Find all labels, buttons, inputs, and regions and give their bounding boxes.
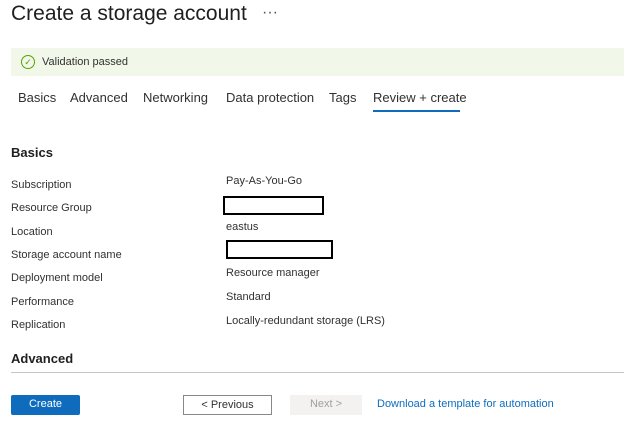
redacted-value — [223, 196, 324, 215]
tab-networking[interactable]: Networking — [143, 90, 208, 105]
field-value: Standard — [226, 291, 271, 303]
create-button[interactable]: Create — [11, 395, 80, 415]
active-tab-indicator — [373, 110, 460, 112]
field-label: Storage account name — [11, 249, 122, 261]
tab-basics[interactable]: Basics — [18, 90, 56, 105]
section-heading-advanced: Advanced — [11, 351, 74, 366]
tab-advanced[interactable]: Advanced — [70, 90, 128, 105]
page-title: Create a storage account — [11, 2, 247, 25]
tab-review-create[interactable]: Review + create — [373, 90, 467, 105]
validation-banner: ✓ Validation passed — [11, 48, 624, 76]
section-heading-basics: Basics — [11, 145, 53, 160]
validation-text: Validation passed — [42, 56, 129, 68]
tab-tags[interactable]: Tags — [329, 90, 356, 105]
field-value: eastus — [226, 221, 259, 233]
more-options-button[interactable]: ··· — [262, 4, 278, 22]
field-label: Performance — [11, 296, 74, 308]
field-value: Locally-redundant storage (LRS) — [226, 315, 385, 327]
field-label: Deployment model — [11, 272, 103, 284]
redacted-value — [226, 240, 333, 259]
check-circle-icon: ✓ — [21, 55, 35, 69]
field-label: Resource Group — [11, 202, 92, 214]
download-template-link[interactable]: Download a template for automation — [377, 398, 554, 410]
next-button[interactable]: Next > — [290, 395, 362, 415]
field-label: Subscription — [11, 179, 72, 191]
field-value: Resource manager — [226, 267, 320, 279]
previous-button[interactable]: < Previous — [183, 395, 272, 415]
field-value: Pay-As-You-Go — [226, 175, 303, 187]
tab-data-protection[interactable]: Data protection — [226, 90, 314, 105]
field-label: Replication — [11, 319, 66, 331]
field-label: Location — [11, 226, 53, 238]
divider — [11, 372, 624, 373]
